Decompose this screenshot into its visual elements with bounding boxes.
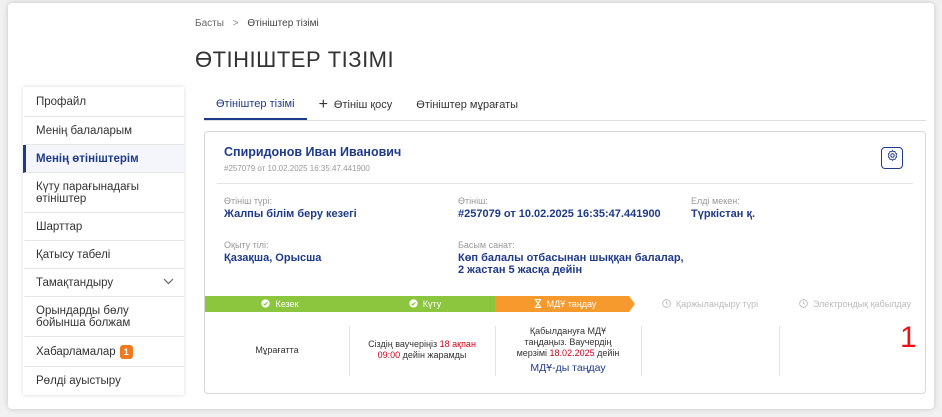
cell-select-preschool: Қабылдануға МДҰ таңдаңыз. Ваучердің мерз… — [495, 320, 641, 380]
sidebar-item-my-children[interactable]: Менің балаларым — [23, 117, 184, 145]
field-label: Оқыту тілі: — [224, 240, 269, 250]
plus-icon: + — [318, 95, 328, 113]
cell-funding — [641, 320, 779, 380]
step-queue: Кезек — [205, 296, 355, 312]
field-value: Түркістан қ. — [691, 208, 756, 220]
accept-date: 18.02.2025 — [549, 348, 595, 358]
card-divider — [217, 183, 913, 184]
step-label: Қаржыландыру түрі — [675, 299, 759, 309]
field-application-type: Өтініш түрі: Жалпы білім беру кезегі — [224, 196, 357, 220]
status-cells: Мұрағатта Сіздің ваучеріңіз 18 ақпан 09:… — [205, 320, 925, 380]
voucher-text: Сіздің ваучеріңіз — [368, 339, 438, 349]
step-label: Кезек — [275, 299, 299, 309]
sidebar-item-label: Хабарламалар — [36, 345, 116, 358]
field-value: Жалпы білім беру кезегі — [224, 208, 357, 220]
applicant-name: Спиридонов Иван Иванович — [224, 145, 402, 159]
application-subtitle: #257079 от 10.02.2025 16:35:47.441900 — [224, 164, 370, 173]
field-value: Көп балалы отбасынан шыққан балалар, — [458, 252, 684, 264]
breadcrumb-current: Өтініштер тізімі — [247, 18, 319, 29]
app-frame: Басты > Өтініштер тізімі ӨТІНІШТЕР ТІЗІМ… — [8, 3, 934, 409]
field-label: Өтініш: — [458, 196, 488, 206]
application-card: Спиридонов Иван Иванович #257079 от 10.0… — [204, 131, 926, 394]
gear-icon — [886, 149, 899, 167]
breadcrumb-separator: > — [232, 18, 239, 29]
cell-voucher: Сіздің ваучеріңіз 18 ақпан 09:00 дейін ж… — [349, 320, 495, 380]
hourglass-icon — [534, 298, 542, 310]
breadcrumb-home[interactable]: Басты — [195, 18, 224, 29]
voucher-text-suffix: дейін жарамды — [402, 350, 467, 360]
check-circle-icon — [409, 298, 418, 310]
tab-applications-archive[interactable]: Өтініштер мұрағаты — [404, 89, 530, 120]
step-label: Күту — [422, 299, 442, 309]
step-select-preschool: МДҰ таңдау — [495, 296, 635, 312]
step-funding-type: Қаржыландыру түрі — [645, 296, 775, 312]
chevron-down-icon — [163, 277, 174, 289]
sidebar-item-notifications[interactable]: Хабарламалар 1 — [23, 337, 184, 367]
tab-label: Өтініштер тізімі — [216, 97, 295, 110]
tab-label: Өтініштер мұрағаты — [416, 98, 519, 111]
breadcrumb: Басты > Өтініштер тізімі — [195, 18, 319, 29]
field-value: Қазақша, Орысша — [224, 252, 322, 264]
sidebar-item-label: Қатысу табелі — [36, 248, 111, 261]
field-label: Елді мекен: — [691, 196, 740, 206]
sidebar-item-switch-role[interactable]: Рөлді ауыстыру — [23, 367, 184, 395]
step-label: Электрондық қабылдау — [812, 299, 912, 309]
cell-archive: Мұрағатта — [205, 320, 349, 380]
field-label: Өтініш түрі: — [224, 196, 272, 206]
field-locality: Елді мекен: Түркістан қ. — [691, 196, 755, 220]
step-label: МДҰ таңдау — [546, 299, 597, 309]
sidebar: Профайл Менің балаларым Менің өтініштері… — [23, 87, 184, 395]
accept-text-suffix: дейін — [597, 348, 620, 358]
tab-applications-list[interactable]: Өтініштер тізімі — [204, 89, 307, 120]
sidebar-item-placement-forecast[interactable]: Орындарды бөлу бойынша болжам — [23, 297, 184, 337]
sidebar-item-label: Рөлді ауыстыру — [36, 375, 121, 387]
check-circle-icon — [261, 298, 271, 310]
status-progress: Кезек Күту МДҰ таңдау Қаржыландыру түрі — [205, 296, 925, 312]
field-priority: Басым санат: Көп балалы отбасынан шыққан… — [458, 240, 684, 276]
sidebar-item-attendance[interactable]: Қатысу табелі — [23, 241, 184, 269]
field-language: Оқыту тілі: Қазақша, Орысша — [224, 240, 321, 264]
tab-add-application[interactable]: + Өтініш қосу — [307, 89, 405, 120]
sidebar-item-label: Тамақтандыру — [36, 276, 114, 289]
sidebar-item-label: Профайл — [36, 95, 87, 108]
counter-number: 1 — [900, 321, 917, 354]
field-value: #257079 от 10.02.2025 16:35:47.441900 — [458, 208, 661, 220]
sidebar-item-label: Менің балаларым — [36, 124, 133, 137]
sidebar-item-my-applications[interactable]: Менің өтініштерім — [23, 145, 184, 173]
sidebar-item-contracts[interactable]: Шарттар — [23, 213, 184, 241]
sidebar-item-label: Шарттар — [36, 220, 83, 233]
tab-label: Өтініш қосу — [333, 98, 393, 111]
page-title: ӨТІНІШТЕР ТІЗІМІ — [195, 47, 395, 72]
field-value: 2 жастан 5 жасқа дейін — [458, 264, 583, 276]
clock-icon — [799, 298, 808, 310]
step-electronic-admission: Электрондық қабылдау — [785, 296, 925, 312]
sidebar-item-profile[interactable]: Профайл — [23, 87, 184, 117]
sidebar-item-waitlist-applications[interactable]: Күту парағынадағы өтініштер — [23, 173, 184, 213]
sidebar-item-nutrition[interactable]: Тамақтандыру — [23, 269, 184, 297]
step-waiting: Күту — [355, 296, 495, 312]
sidebar-item-label: Менің өтініштерім — [36, 152, 139, 165]
field-application-number: Өтініш: #257079 от 10.02.2025 16:35:47.4… — [458, 196, 661, 220]
sidebar-item-label: Күту парағынадағы өтініштер — [36, 180, 139, 205]
notification-badge: 1 — [119, 344, 133, 359]
sidebar-item-label: Орындарды бөлу бойынша болжам — [36, 304, 131, 329]
select-preschool-link[interactable]: МДҰ-ды таңдау — [512, 363, 624, 374]
tab-bar: Өтініштер тізімі + Өтініш қосу Өтініштер… — [204, 89, 926, 121]
settings-button[interactable] — [881, 147, 903, 169]
field-label: Басым санат: — [458, 240, 515, 250]
archive-status: Мұрағатта — [255, 344, 299, 355]
clock-icon — [662, 298, 671, 310]
